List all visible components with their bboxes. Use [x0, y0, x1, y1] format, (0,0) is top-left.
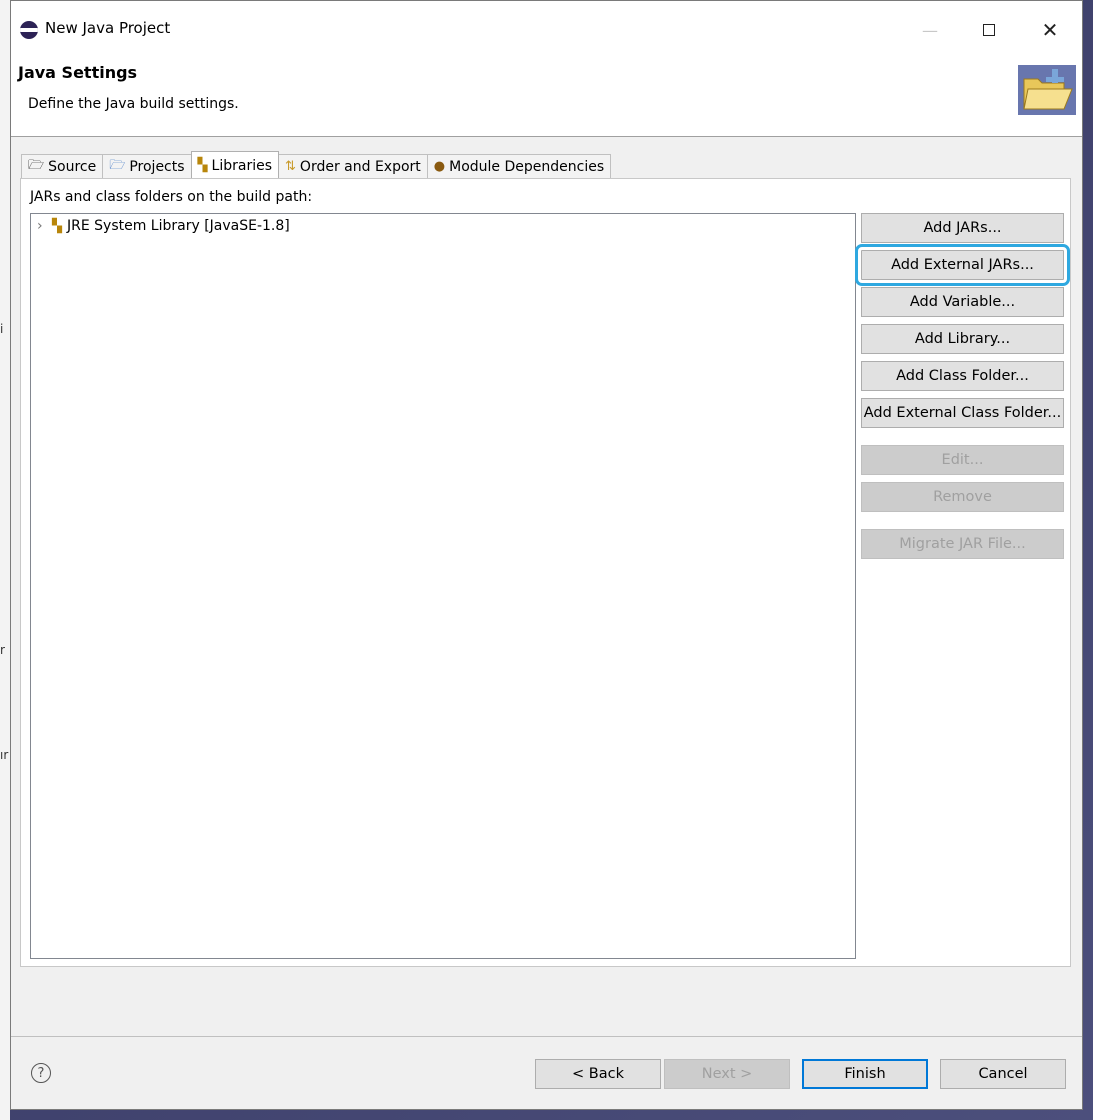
tab-module-dependencies[interactable]: ● Module Dependencies [426, 154, 612, 178]
background-text-fragment: i [0, 322, 4, 336]
library-icon: ▚ [52, 218, 62, 234]
build-path-label: JARs and class folders on the build path… [30, 189, 313, 205]
next-button[interactable]: Next > [664, 1059, 790, 1089]
finish-button[interactable]: Finish [802, 1059, 928, 1089]
add-external-class-folder-button[interactable]: Add External Class Folder... [861, 398, 1064, 428]
libraries-panel: JARs and class folders on the build path… [20, 178, 1071, 967]
page-description: Define the Java build settings. [28, 96, 239, 112]
order-export-icon: ⇅ [285, 159, 296, 174]
back-button[interactable]: < Back [535, 1059, 661, 1089]
close-icon: ✕ [1041, 18, 1059, 42]
add-jars-button[interactable]: Add JARs... [861, 213, 1064, 243]
tab-label: Order and Export [299, 158, 421, 175]
wizard-header: Java Settings Define the Java build sett… [11, 59, 1082, 137]
cancel-button[interactable]: Cancel [940, 1059, 1066, 1089]
help-icon[interactable]: ? [31, 1063, 51, 1083]
chevron-right-icon[interactable]: › [37, 218, 47, 234]
background-text-fragment: ır [0, 748, 9, 762]
window-title: New Java Project [45, 19, 171, 37]
new-java-project-dialog: New Java Project — ✕ Java Settings Defin… [10, 0, 1083, 1110]
module-icon: ● [433, 159, 446, 174]
open-folder-icon [1018, 65, 1076, 115]
tab-source[interactable]: 🗁 Source [21, 154, 104, 178]
tab-libraries[interactable]: ▚ Libraries [190, 151, 280, 179]
tab-order-and-export[interactable]: ⇅ Order and Export [278, 154, 428, 178]
add-class-folder-button[interactable]: Add Class Folder... [861, 361, 1064, 391]
source-folder-icon: 🗁 [28, 157, 45, 173]
maximize-button[interactable] [966, 13, 1012, 47]
tree-item-jre-system-library[interactable]: › ▚ JRE System Library [JavaSE-1.8] [37, 218, 290, 234]
eclipse-icon [20, 21, 38, 39]
libraries-icon: ▚ [197, 158, 208, 173]
tab-label: Module Dependencies [449, 158, 605, 175]
page-title: Java Settings [18, 63, 138, 82]
edit-button[interactable]: Edit... [861, 445, 1064, 475]
add-variable-button[interactable]: Add Variable... [861, 287, 1064, 317]
projects-folder-icon: 🗁 [109, 157, 126, 173]
background-window-edge: i r ır [0, 0, 10, 1120]
background-text-fragment: r [0, 643, 5, 657]
tab-label: Source [48, 158, 97, 175]
title-bar: New Java Project — ✕ [11, 1, 1082, 59]
footer-divider [11, 1036, 1082, 1037]
migrate-jar-file-button[interactable]: Migrate JAR File... [861, 529, 1064, 559]
remove-button[interactable]: Remove [861, 482, 1064, 512]
tab-bar: 🗁 Source 🗁 Projects ▚ Libraries ⇅ Order … [21, 151, 612, 179]
tree-item-label: JRE System Library [JavaSE-1.8] [67, 218, 290, 234]
add-external-jars-button[interactable]: Add External JARs... [855, 244, 1070, 286]
build-path-tree[interactable]: › ▚ JRE System Library [JavaSE-1.8] [30, 213, 856, 959]
add-library-button[interactable]: Add Library... [861, 324, 1064, 354]
minimize-button[interactable]: — [907, 13, 953, 47]
tab-projects[interactable]: 🗁 Projects [102, 154, 192, 178]
tab-label: Libraries [211, 157, 273, 174]
close-button[interactable]: ✕ [1027, 13, 1073, 47]
maximize-icon [983, 24, 995, 36]
tab-label: Projects [129, 158, 185, 175]
